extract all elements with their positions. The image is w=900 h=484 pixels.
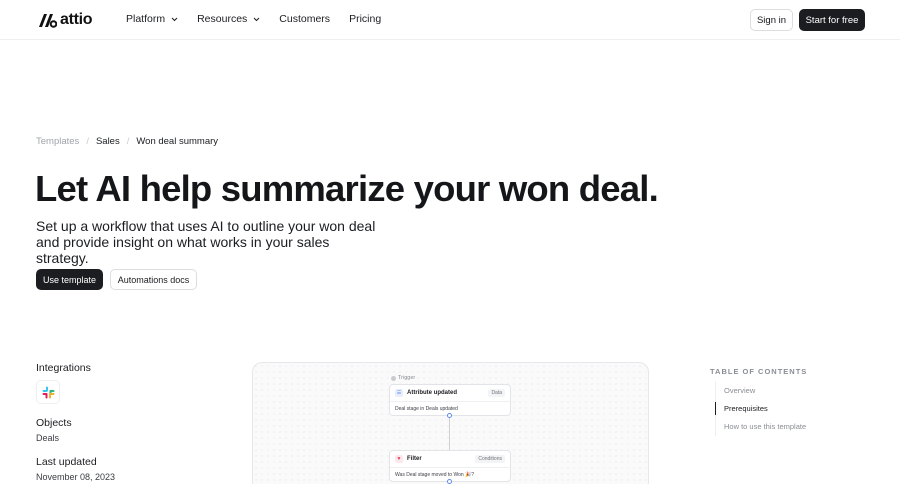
- workflow-node-filter[interactable]: ▼ Filter Conditions Was Deal stage moved…: [389, 450, 511, 482]
- automations-docs-button[interactable]: Automations docs: [110, 269, 197, 290]
- workflow-preview-canvas: Trigger ☰ Attribute updated Data Deal st…: [252, 362, 649, 484]
- breadcrumb-templates[interactable]: Templates: [36, 136, 79, 147]
- toc-item-overview[interactable]: Overview: [724, 386, 755, 395]
- node-badge: Data: [488, 389, 505, 397]
- nav-pricing-label: Pricing: [349, 13, 382, 25]
- site-header: attio Platform Resources Customers Prici…: [0, 0, 900, 40]
- nav-resources-label: Resources: [197, 13, 248, 25]
- node-badge: Conditions: [475, 455, 505, 463]
- sign-in-button[interactable]: Sign in: [750, 9, 793, 31]
- toc-active-indicator: [715, 402, 716, 415]
- toc-item-how-to-use[interactable]: How to use this template: [724, 422, 806, 431]
- nav-platform[interactable]: Platform: [126, 13, 178, 25]
- last-updated-value: November 08, 2023: [36, 472, 116, 482]
- attio-logo-icon: [39, 13, 57, 28]
- breadcrumb: Templates / Sales / Won deal summary: [36, 136, 218, 147]
- breadcrumb-current: Won deal summary: [136, 136, 219, 147]
- node-header: ☰ Attribute updated Data: [390, 385, 510, 402]
- node-port[interactable]: [447, 479, 452, 484]
- filter-icon: ▼: [395, 455, 403, 463]
- trigger-label: Trigger: [398, 375, 416, 381]
- trigger-dot-icon: [391, 375, 396, 381]
- nav-platform-label: Platform: [126, 13, 166, 25]
- chevron-down-icon: [171, 17, 178, 21]
- integrations-label: Integrations: [36, 362, 91, 374]
- slack-integration[interactable]: [36, 380, 60, 404]
- database-icon: ☰: [395, 389, 403, 397]
- nav-customers[interactable]: Customers: [279, 13, 330, 25]
- nav-customers-label: Customers: [279, 13, 331, 25]
- node-connector: [449, 418, 450, 451]
- page-subtitle: Set up a workflow that uses AI to outlin…: [36, 218, 376, 266]
- node-title: Filter: [407, 456, 422, 462]
- slack-icon: [42, 386, 54, 398]
- nav-resources[interactable]: Resources: [197, 13, 260, 25]
- workflow-node-attribute-updated[interactable]: ☰ Attribute updated Data Deal stage in D…: [389, 384, 511, 416]
- main-nav: Platform Resources Customers Pricing: [126, 13, 381, 25]
- attio-logo[interactable]: attio: [38, 11, 93, 29]
- start-for-free-button[interactable]: Start for free: [799, 9, 865, 31]
- node-header: ▼ Filter Conditions: [390, 451, 510, 468]
- chevron-down-icon: [253, 17, 260, 21]
- breadcrumb-sales[interactable]: Sales: [96, 136, 120, 147]
- page-title: Let AI help summarize your won deal.: [35, 168, 659, 209]
- toc-item-prerequisites[interactable]: Prerequisites: [724, 404, 768, 413]
- nav-pricing[interactable]: Pricing: [349, 13, 381, 25]
- trigger-tag: Trigger: [391, 375, 415, 381]
- breadcrumb-separator: /: [126, 136, 130, 147]
- last-updated-label: Last updated: [36, 456, 97, 468]
- node-title: Attribute updated: [407, 390, 457, 396]
- logo-text: attio: [60, 11, 93, 28]
- objects-value: Deals: [36, 433, 60, 443]
- use-template-button[interactable]: Use template: [36, 269, 103, 290]
- objects-label: Objects: [36, 417, 72, 429]
- breadcrumb-separator: /: [86, 136, 89, 147]
- toc-title: TABLE OF CONTENTS: [710, 367, 808, 376]
